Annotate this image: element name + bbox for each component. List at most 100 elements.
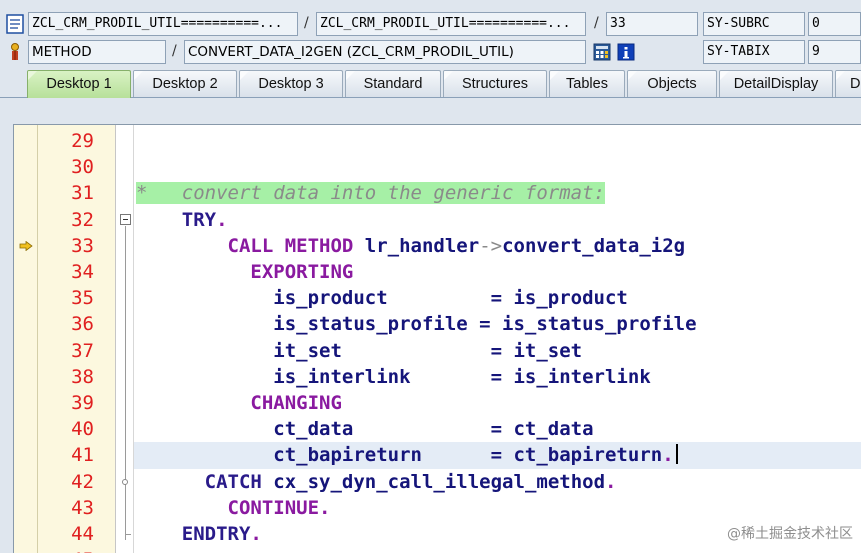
tab-objects[interactable]: Objects <box>627 70 717 97</box>
line-number: 36 <box>71 313 94 336</box>
code-line[interactable]: 33 CALL METHOD lr_handler->convert_data_… <box>14 233 861 259</box>
line-number: 40 <box>71 418 94 441</box>
tab-desktop-3[interactable]: Desktop 3 <box>239 70 343 97</box>
line-number: 34 <box>71 261 94 283</box>
code-text: CHANGING <box>136 390 342 416</box>
line-number: 35 <box>71 287 94 310</box>
line-number: 38 <box>71 365 94 388</box>
fold-guide-line <box>125 225 126 540</box>
code-line[interactable]: 45 <box>14 547 861 553</box>
calculator-icon[interactable] <box>592 41 612 63</box>
separator-slash: / <box>304 15 309 31</box>
tab-standard[interactable]: Standard <box>345 70 441 97</box>
code-token: . <box>319 496 331 519</box>
code-line[interactable]: 31 * convert data into the generic format… <box>14 180 861 206</box>
code-text: ENDTRY. <box>136 521 262 547</box>
text-cursor <box>675 444 678 465</box>
code-text: CALL METHOD lr_handler->convert_data_i2g <box>136 233 686 259</box>
code-token: -> <box>479 234 503 257</box>
code-line[interactable]: 42 CATCH cx_sy_dyn_call_illegal_method. <box>14 469 861 495</box>
line-number: 44 <box>71 523 94 545</box>
code-token: CATCH <box>204 470 262 493</box>
code-line[interactable]: 35 is_product = is_product <box>14 285 861 311</box>
code-token: ENDTRY <box>181 523 251 545</box>
separator-slash: / <box>172 43 177 59</box>
method-icon <box>11 43 19 60</box>
line-number: 30 <box>71 156 94 179</box>
event-name-field[interactable]: CONVERT_DATA_I2GEN (ZCL_CRM_PRODIL_UTIL) <box>184 40 586 64</box>
source-code-editor[interactable]: 29 30 31 * convert data into the generic fo… <box>13 124 861 553</box>
line-number: 33 <box>71 234 94 257</box>
sy-tabix-value-field[interactable]: 9 <box>808 40 861 64</box>
tab-detail-display[interactable]: DetailDisplay <box>719 70 833 97</box>
tab-desktop-1[interactable]: Desktop 1 <box>27 70 131 98</box>
line-number: 31 <box>71 182 94 205</box>
program-name-field[interactable]: ZCL_CRM_PRODIL_UTIL==========... <box>28 12 298 36</box>
line-number: 29 <box>71 130 94 152</box>
watermark-text: @稀土掘金技术社区 <box>727 526 853 542</box>
line-number: 32 <box>71 208 94 231</box>
code-token: ct_data = ct_data <box>136 418 594 441</box>
sy-subrc-value-field[interactable]: 0 <box>808 12 861 36</box>
code-token: EXPORTING <box>250 261 354 283</box>
info-icon[interactable] <box>616 41 636 63</box>
code-text: is_status_profile = is_status_profile <box>136 311 697 337</box>
code-line[interactable]: 37 it_set = it_set <box>14 338 861 364</box>
fold-collapse-icon[interactable] <box>120 213 131 225</box>
code-line[interactable]: 39 CHANGING <box>14 390 861 416</box>
tab-structures[interactable]: Structures <box>443 70 547 97</box>
line-number: 42 <box>71 470 94 493</box>
code-line[interactable]: 40 ct_data = ct_data <box>14 416 861 442</box>
program-icon <box>6 14 24 34</box>
code-token: . <box>216 208 228 231</box>
code-token: . <box>250 523 262 545</box>
code-line[interactable]: 34 EXPORTING <box>14 259 861 285</box>
code-token: . <box>662 444 674 467</box>
code-text: TRY. <box>136 207 228 233</box>
desktop-tabstrip: Desktop 1 Desktop 2 Desktop 3 Standard S… <box>0 70 861 98</box>
header-row-program: ZCL_CRM_PRODIL_UTIL==========... / ZCL_C… <box>0 12 861 38</box>
code-text: ct_bapireturn = ct_bapireturn. <box>136 442 678 468</box>
code-line[interactable]: 30 <box>14 154 861 180</box>
code-text: CONTINUE. <box>136 495 331 521</box>
code-text: is_product = is_product <box>136 285 628 311</box>
code-token: cx_sy_dyn_call_illegal_method <box>261 470 606 493</box>
sy-tabix-label-field: SY-TABIX <box>703 40 805 64</box>
execution-arrow-icon <box>19 240 33 251</box>
fold-catch-marker <box>122 478 128 485</box>
line-number: 41 <box>71 444 94 467</box>
line-number-field[interactable]: 33 <box>606 12 698 36</box>
code-text: EXPORTING <box>136 259 353 285</box>
code-line[interactable]: 32 TRY. <box>14 207 861 233</box>
code-text: it_set = it_set <box>136 338 582 364</box>
code-token: lr_handler <box>353 234 480 257</box>
line-number: 43 <box>71 496 94 519</box>
code-text: ct_data = ct_data <box>136 416 594 442</box>
code-token: is_status_profile = is_status_profile <box>136 313 697 336</box>
tab-desktop-2[interactable]: Desktop 2 <box>133 70 237 97</box>
line-number: 45 <box>38 547 94 553</box>
line-number: 37 <box>71 339 94 362</box>
line-number: 39 <box>71 392 94 414</box>
code-line[interactable]: 38 is_interlink = is_interlink <box>14 364 861 390</box>
code-line[interactable]: 36 is_status_profile = is_status_profile <box>14 311 861 337</box>
code-comment: * convert data into the generic format: <box>136 182 605 205</box>
code-line[interactable]: 29 <box>14 128 861 154</box>
include-name-field[interactable]: ZCL_CRM_PRODIL_UTIL==========... <box>316 12 586 36</box>
tab-tables[interactable]: Tables <box>549 70 625 97</box>
code-text: * convert data into the generic format: <box>136 180 605 206</box>
code-line[interactable]: 41 ct_bapireturn = ct_bapireturn. <box>14 442 861 469</box>
code-token: ct_bapireturn = ct_bapireturn <box>136 444 663 467</box>
sy-subrc-label-field: SY-SUBRC <box>703 12 805 36</box>
event-type-field[interactable]: METHOD <box>28 40 166 64</box>
tab-di[interactable]: Di <box>835 70 861 97</box>
code-token: it_set = it_set <box>136 339 583 362</box>
code-line[interactable]: 43 CONTINUE. <box>14 495 861 521</box>
code-token: is_product = is_product <box>136 287 628 310</box>
code-token: CHANGING <box>250 392 342 414</box>
